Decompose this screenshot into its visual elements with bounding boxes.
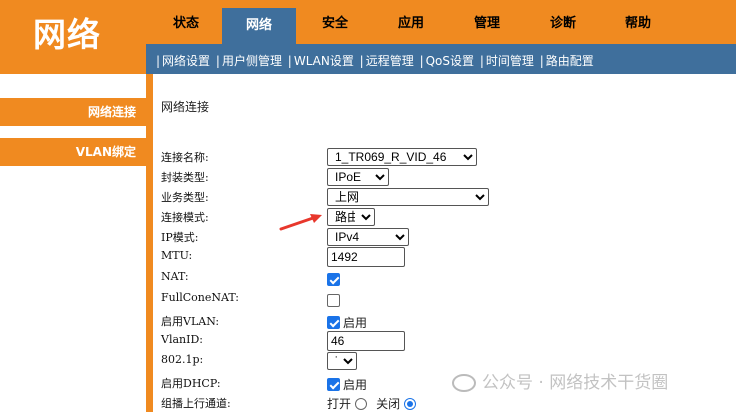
row-connection-name: 连接名称: 1_TR069_R_VID_46 xyxy=(161,146,721,166)
brand-title: 网络 xyxy=(33,15,101,54)
row-vlan-enable: 启用VLAN: 启用 xyxy=(161,310,721,330)
sidebar-item-vlan-binding[interactable]: VLAN绑定 xyxy=(0,138,146,166)
encap-type-label: 封装类型: xyxy=(161,171,209,184)
vlan-enable-label: 启用VLAN: xyxy=(161,315,220,328)
sidebar-item-network-connection[interactable]: 网络连接 xyxy=(0,98,146,126)
sub-nav: | 网络设置 | 用户侧管理 | WLAN设置 | 远程管理 | QoS设置 | 时间管理 … xyxy=(146,44,736,74)
fullcone-nat-label: FullConeNAT: xyxy=(161,291,240,304)
subnav-time[interactable]: 时间管理 xyxy=(486,54,534,68)
connection-name-select[interactable]: 1_TR069_R_VID_46 xyxy=(327,148,477,166)
nat-label: NAT: xyxy=(161,270,189,283)
section-title: 网络连接 xyxy=(161,100,210,114)
subnav-route[interactable]: 路由配置 xyxy=(546,54,594,68)
tab-management[interactable]: 管理 xyxy=(448,4,526,44)
dhcp-enable-checkbox[interactable] xyxy=(327,378,340,391)
row-dot1p: 802.1p: 7 xyxy=(161,350,721,370)
row-conn-mode: 连接模式: 路由 xyxy=(161,206,721,226)
encap-type-select[interactable]: IPoE xyxy=(327,168,389,186)
nat-checkbox[interactable] xyxy=(327,273,340,286)
dot1p-select[interactable]: 7 xyxy=(327,352,357,370)
subnav-network-settings[interactable]: 网络设置 xyxy=(162,54,210,68)
vlan-id-input[interactable]: 46 xyxy=(327,331,405,351)
dhcp-enable-text: 启用 xyxy=(343,378,368,392)
mtu-label: MTU: xyxy=(161,249,193,262)
service-type-label: 业务类型: xyxy=(161,191,209,204)
sidebar: 网络连接 VLAN绑定 xyxy=(0,74,146,412)
tab-help[interactable]: 帮助 xyxy=(600,4,676,44)
row-fullcone-nat: FullConeNAT: xyxy=(161,288,721,308)
tab-status[interactable]: 状态 xyxy=(150,4,222,44)
multicast-on-radio[interactable] xyxy=(355,397,368,410)
conn-mode-label: 连接模式: xyxy=(161,211,209,224)
tab-application[interactable]: 应用 xyxy=(374,4,448,44)
brand-block: 网络 xyxy=(0,0,146,74)
row-vlan-id: VlanID: 46 xyxy=(161,330,721,351)
wechat-icon xyxy=(452,374,476,392)
row-mtu: MTU: 1492 xyxy=(161,246,721,267)
service-type-select[interactable]: 上网 xyxy=(327,188,489,206)
row-nat: NAT: xyxy=(161,267,721,287)
subnav-remote[interactable]: 远程管理 xyxy=(366,54,414,68)
subnav-user-side[interactable]: 用户侧管理 xyxy=(222,54,282,68)
subnav-wlan[interactable]: WLAN设置 xyxy=(294,54,354,68)
dhcp-enable-label: 启用DHCP: xyxy=(161,377,221,390)
ip-mode-select[interactable]: IPv4 xyxy=(327,228,409,246)
mtu-input[interactable]: 1492 xyxy=(327,247,405,267)
main-panel: 网络连接 连接名称: 1_TR069_R_VID_46 封装类型: IPoE 业… xyxy=(153,74,736,412)
multicast-off-text: 关闭 xyxy=(376,397,401,411)
connection-name-label: 连接名称: xyxy=(161,151,209,164)
top-nav: 状态 网络 安全 应用 管理 诊断 帮助 xyxy=(146,0,736,44)
conn-mode-select[interactable]: 路由 xyxy=(327,208,375,226)
annotation-arrow-icon xyxy=(279,214,322,231)
sidebar-divider xyxy=(146,74,153,412)
multicast-upstream-label: 组播上行通道: xyxy=(161,397,231,410)
fullcone-nat-checkbox[interactable] xyxy=(327,294,340,307)
dot1p-label: 802.1p: xyxy=(161,353,204,366)
row-service-type: 业务类型: 上网 xyxy=(161,186,721,206)
vlan-id-label: VlanID: xyxy=(161,333,203,346)
subnav-qos[interactable]: QoS设置 xyxy=(426,54,474,68)
watermark-text: 公众号 · 网络技术干货圈 xyxy=(482,373,669,393)
tab-network[interactable]: 网络 xyxy=(222,8,296,44)
tab-security[interactable]: 安全 xyxy=(296,4,374,44)
row-encap-type: 封装类型: IPoE xyxy=(161,166,721,186)
vlan-enable-checkbox[interactable] xyxy=(327,316,340,329)
tab-diagnostics[interactable]: 诊断 xyxy=(526,4,600,44)
watermark: 公众号 · 网络技术干货圈 xyxy=(452,368,722,402)
row-ip-mode: IP模式: IPv4 xyxy=(161,226,721,246)
multicast-on-text: 打开 xyxy=(327,397,352,411)
vlan-enable-text: 启用 xyxy=(343,316,368,330)
ip-mode-label: IP模式: xyxy=(161,231,199,244)
multicast-off-radio[interactable] xyxy=(404,397,417,410)
